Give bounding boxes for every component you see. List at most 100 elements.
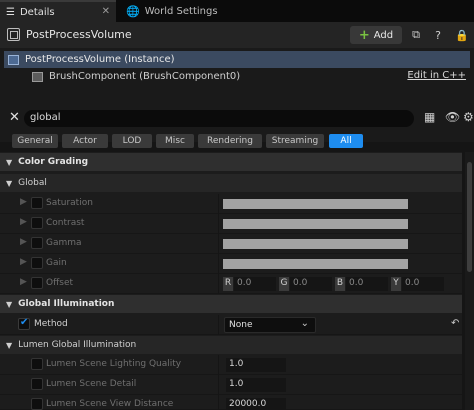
- property-row-contrast: ▶ Contrast: [0, 214, 462, 234]
- override-checkbox[interactable]: [31, 197, 43, 209]
- edit-in-cpp-link[interactable]: Edit in C++: [407, 70, 466, 81]
- method-dropdown[interactable]: None ⌄: [224, 317, 316, 333]
- axis-label-y: Y: [391, 277, 401, 291]
- filter-misc[interactable]: Misc: [156, 134, 194, 148]
- tab-details[interactable]: ☰ Details ✕: [0, 0, 116, 22]
- tab-world-settings-label: World Settings: [144, 5, 218, 17]
- lumen-detail-input[interactable]: 1.0: [226, 378, 286, 392]
- property-row-lumen-detail: Lumen Scene Detail 1.0: [0, 375, 462, 395]
- axis-label-g: G: [279, 277, 289, 291]
- tree-row-instance[interactable]: PostProcessVolume (Instance): [4, 51, 470, 68]
- lumen-distance-input[interactable]: 20000.0: [226, 398, 286, 410]
- category-global-illumination[interactable]: ▼ Global Illumination: [0, 295, 462, 313]
- filter-lod[interactable]: LOD: [112, 134, 152, 148]
- expand-arrow-icon: ▼: [6, 299, 13, 309]
- lock-icon[interactable]: 🔒: [452, 26, 472, 44]
- override-checkbox[interactable]: [31, 237, 43, 249]
- filter-general[interactable]: General: [12, 134, 58, 148]
- filter-all[interactable]: All: [329, 134, 363, 148]
- category-label: Global Illumination: [18, 299, 115, 309]
- add-component-button[interactable]: + Add: [350, 26, 402, 44]
- color-value-bar[interactable]: [223, 259, 408, 269]
- subcategory-global[interactable]: ▼ Global: [0, 174, 462, 192]
- axis-label-b: B: [335, 277, 345, 291]
- eye-icon[interactable]: 👁: [445, 110, 460, 124]
- subcategory-label: Global: [18, 178, 47, 188]
- color-value-bar[interactable]: [223, 199, 408, 209]
- override-checkbox[interactable]: [31, 277, 43, 289]
- chevron-right-icon[interactable]: ▶: [20, 237, 27, 247]
- column-divider: [218, 355, 219, 375]
- filter-streaming[interactable]: Streaming: [266, 134, 324, 148]
- property-label: Method: [34, 319, 68, 329]
- brush-component-label: BrushComponent (BrushComponent0): [49, 71, 241, 82]
- offset-g-input[interactable]: 0.0: [290, 277, 332, 291]
- chevron-right-icon[interactable]: ▶: [20, 197, 27, 207]
- actor-title: PostProcessVolume: [26, 28, 132, 41]
- column-divider: [218, 194, 219, 214]
- reset-to-default-icon[interactable]: ↶: [451, 318, 459, 329]
- column-divider: [218, 395, 219, 410]
- property-label: Lumen Scene Detail: [46, 379, 137, 389]
- method-value: None: [229, 320, 253, 330]
- property-row-method: Method None ⌄ ↶: [0, 315, 462, 335]
- add-label: Add: [373, 29, 394, 41]
- column-divider: [218, 315, 219, 335]
- column-divider: [218, 254, 219, 274]
- volume-icon: [8, 54, 19, 65]
- property-label: Contrast: [46, 218, 85, 228]
- tree-row-brush-component[interactable]: BrushComponent (BrushComponent0): [4, 68, 470, 85]
- override-checkbox[interactable]: [31, 378, 43, 390]
- color-value-bar[interactable]: [223, 219, 408, 229]
- category-label: Color Grading: [18, 157, 89, 167]
- clear-search-icon[interactable]: ✕: [9, 110, 20, 125]
- override-checkbox[interactable]: [31, 217, 43, 229]
- table-view-icon[interactable]: ▦: [424, 110, 435, 124]
- property-row-offset: ▶ Offset R 0.0 G 0.0 B 0.0 Y 0.0: [0, 274, 462, 294]
- help-icon[interactable]: ?: [428, 26, 448, 44]
- blueprint-icon[interactable]: ⧉: [406, 26, 426, 44]
- actor-cube-icon: [7, 28, 20, 41]
- offset-y-input[interactable]: 0.0: [402, 277, 444, 291]
- override-checkbox[interactable]: [31, 257, 43, 269]
- override-checkbox[interactable]: [31, 398, 43, 410]
- property-label: Gain: [46, 258, 67, 268]
- close-icon[interactable]: ✕: [102, 6, 110, 17]
- property-row-saturation: ▶ Saturation: [0, 194, 462, 214]
- property-row-lumen-quality: Lumen Scene Lighting Quality 1.0: [0, 355, 462, 375]
- details-icon: ☰: [6, 6, 15, 18]
- globe-icon: 🌐: [126, 4, 140, 18]
- chevron-right-icon[interactable]: ▶: [20, 217, 27, 227]
- settings-gear-icon[interactable]: ⚙: [463, 110, 474, 124]
- offset-b-input[interactable]: 0.0: [346, 277, 388, 291]
- property-row-gamma: ▶ Gamma: [0, 234, 462, 254]
- column-divider: [218, 214, 219, 234]
- plus-icon: +: [358, 27, 370, 43]
- expand-arrow-icon: ▼: [6, 340, 13, 350]
- property-row-lumen-distance: Lumen Scene View Distance 20000.0: [0, 395, 462, 410]
- property-label: Lumen Scene Lighting Quality: [46, 359, 182, 369]
- offset-r-input[interactable]: 0.0: [234, 277, 276, 291]
- chevron-right-icon[interactable]: ▶: [20, 257, 27, 267]
- property-label: Gamma: [46, 238, 82, 248]
- filter-actor[interactable]: Actor: [62, 134, 108, 148]
- tab-world-settings[interactable]: 🌐 World Settings: [120, 0, 250, 22]
- override-checkbox[interactable]: [31, 358, 43, 370]
- tab-details-label: Details: [19, 6, 55, 18]
- expand-arrow-icon: ▼: [6, 178, 13, 188]
- property-row-gain: ▶ Gain: [0, 254, 462, 274]
- category-color-grading[interactable]: ▼ Color Grading: [0, 153, 462, 171]
- expand-arrow-icon: ▼: [6, 157, 13, 167]
- instance-label: PostProcessVolume (Instance): [25, 54, 175, 65]
- color-value-bar[interactable]: [223, 239, 408, 249]
- subcategory-lumen-gi[interactable]: ▼ Lumen Global Illumination: [0, 336, 462, 354]
- chevron-right-icon[interactable]: ▶: [20, 277, 27, 287]
- search-input[interactable]: global: [24, 110, 414, 127]
- scrollbar-thumb[interactable]: [467, 162, 472, 272]
- property-label: Lumen Scene View Distance: [46, 399, 174, 409]
- filter-rendering[interactable]: Rendering: [198, 134, 262, 148]
- property-label: Offset: [46, 278, 74, 288]
- method-override-checkbox[interactable]: [18, 317, 30, 330]
- lumen-quality-input[interactable]: 1.0: [226, 358, 286, 372]
- brush-component-icon: [32, 71, 43, 82]
